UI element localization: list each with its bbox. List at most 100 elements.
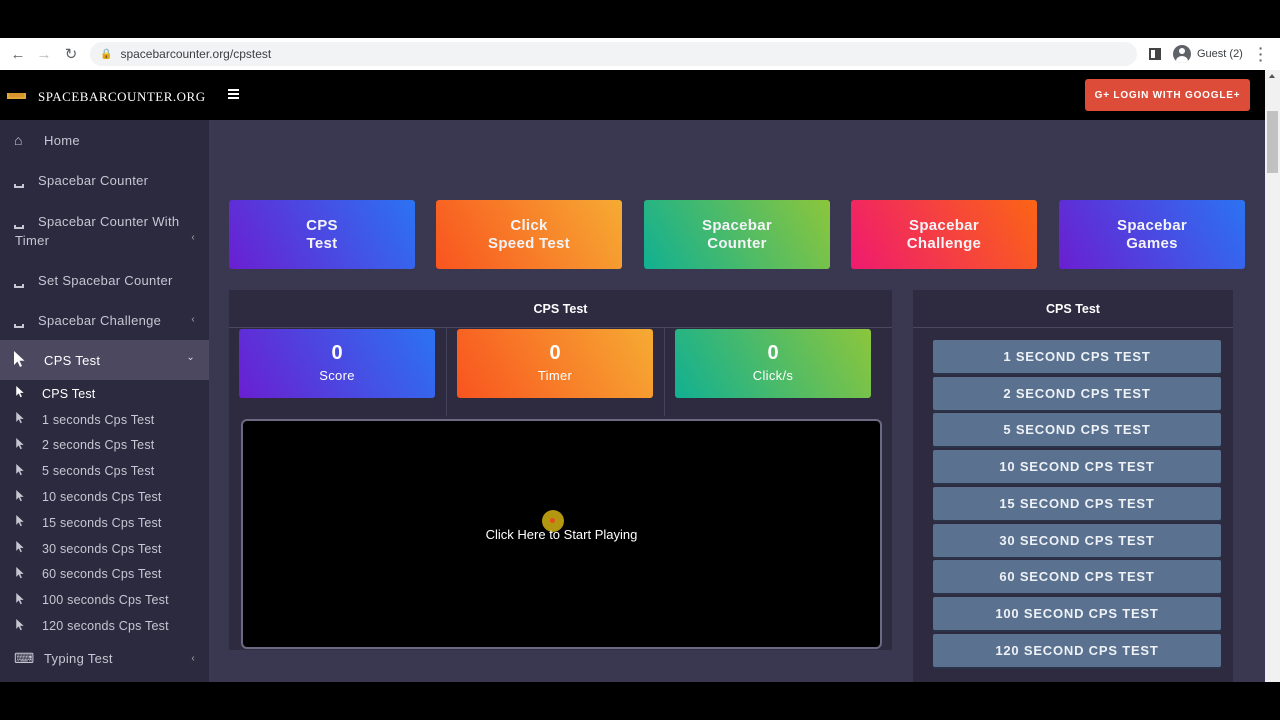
home-icon: ⌂ <box>14 132 23 148</box>
cps-test-button[interactable]: 120 SECOND CPS TEST <box>933 633 1221 667</box>
submenu-item-label: 2 seconds Cps Test <box>42 438 155 453</box>
submenu-item-label: 5 seconds Cps Test <box>42 464 155 479</box>
submenu-item[interactable]: 100 seconds Cps Test <box>0 587 209 613</box>
submenu-item[interactable]: CPS Test <box>0 381 209 407</box>
sidebar-item-spacebar-counter[interactable]: Spacebar Counter <box>0 160 209 200</box>
submenu-item-label: 1 seconds Cps Test <box>42 412 155 427</box>
sidebar-item-label: Set Spacebar Counter <box>38 272 173 288</box>
stat-label: Timer <box>537 368 573 383</box>
stat-box: 0 Click/s <box>675 329 871 398</box>
site-header: SPACEBARCOUNTER.ORG G+ LOGIN WITH GOOGLE… <box>0 70 1265 120</box>
submenu-item[interactable]: 15 seconds Cps Test <box>0 510 209 536</box>
stat-label: Score <box>319 368 355 383</box>
submenu-item[interactable]: 5 seconds Cps Test <box>0 458 209 484</box>
space-icon <box>14 276 24 291</box>
stat-box: 0 Timer <box>457 329 653 398</box>
keyboard-icon: ⌨ <box>14 650 35 667</box>
reload-button[interactable]: ↻ <box>58 41 84 67</box>
stat-divider <box>446 328 447 416</box>
cursor-icon <box>16 463 25 479</box>
chevron-down-icon: ⌄ <box>186 352 195 363</box>
submenu-item[interactable]: 120 seconds Cps Test <box>0 613 209 639</box>
submenu-item-label: 10 seconds Cps Test <box>42 490 162 505</box>
submenu-item[interactable]: 2 seconds Cps Test <box>0 433 209 459</box>
sidebar: ⌂ Home Spacebar Counter Spacebar Counter… <box>0 120 209 682</box>
browser-menu-icon[interactable]: · · · <box>1258 41 1264 67</box>
sidebar-item-label: Typing Test <box>44 651 113 667</box>
screen-bottom-bar <box>0 682 1280 720</box>
cursor-icon <box>16 592 25 608</box>
scroll-up-arrow-icon[interactable] <box>1269 74 1275 78</box>
sidebar-item-label: Spacebar Challenge <box>38 312 162 328</box>
sidebar-item-spacebar-challenge[interactable]: Spacebar Challenge ‹ <box>0 300 209 340</box>
lock-icon: 🔒 <box>100 48 113 60</box>
cursor-icon <box>16 437 25 453</box>
start-prompt: Click Here to Start Playing <box>485 527 638 542</box>
click-game-area[interactable]: Click Here to Start Playing <box>241 419 882 649</box>
cps-test-button[interactable]: 15 SECOND CPS TEST <box>933 486 1221 520</box>
cursor-icon <box>16 618 25 634</box>
cps-test-button[interactable]: 100 SECOND CPS TEST <box>933 596 1221 630</box>
chevron-left-icon: ‹ <box>191 314 195 325</box>
stat-box: 0 Score <box>239 329 435 398</box>
cursor-icon <box>16 566 25 582</box>
main-content: CPS Test Click Speed Test Spacebar Counter… <box>209 120 1265 682</box>
submenu-item[interactable]: 1 seconds Cps Test <box>0 407 209 433</box>
sidebar-item-set-spacebar-counter[interactable]: Set Spacebar Counter <box>0 260 209 300</box>
page-scrollbar[interactable] <box>1265 70 1280 682</box>
submenu-item[interactable]: 60 seconds Cps Test <box>0 562 209 588</box>
site-brand[interactable]: SPACEBARCOUNTER.ORG <box>38 89 206 105</box>
browser-toolbar: ← → ↻ 🔒 spacebarcounter.org/cpstest Gues… <box>0 38 1280 70</box>
profile-button[interactable]: Guest (2) <box>1170 42 1246 66</box>
submenu-item[interactable]: 30 seconds Cps Test <box>0 536 209 562</box>
cursor-icon <box>16 515 25 530</box>
cursor-icon <box>16 386 25 401</box>
chevron-left-icon: ‹ <box>191 232 195 243</box>
submenu-item[interactable]: 10 seconds Cps Test <box>0 484 209 510</box>
profile-label: Guest (2) <box>1197 48 1243 60</box>
spacebar-logo-icon <box>7 93 26 99</box>
sidebar-item-cps-test[interactable]: CPS Test ⌄ <box>0 340 209 380</box>
google-login-button[interactable]: G+ LOGIN WITH GOOGLE+ <box>1085 79 1250 111</box>
stat-value: 0 <box>331 342 343 364</box>
scroll-thumb[interactable] <box>1267 111 1278 173</box>
sidebar-item-label: Spacebar Counter <box>38 172 149 188</box>
submenu-item-label: 15 seconds Cps Test <box>42 515 162 530</box>
forward-button[interactable]: → <box>31 41 57 67</box>
sidebar-item-label: Home <box>44 132 80 148</box>
panel-title: CPS Test <box>913 290 1233 328</box>
nav-card[interactable]: Spacebar Counter <box>644 200 830 269</box>
nav-card[interactable]: Spacebar Games <box>1059 200 1245 269</box>
cps-test-button[interactable]: 2 SECOND CPS TEST <box>933 376 1221 410</box>
sidebar-item-spacebar-counter-timer[interactable]: Spacebar Counter With Timer ‹ <box>0 200 209 260</box>
nav-card[interactable]: Click Speed Test <box>436 200 622 269</box>
stat-value: 0 <box>549 342 561 364</box>
avatar-icon <box>1173 45 1191 63</box>
back-button[interactable]: ← <box>5 41 31 67</box>
address-bar[interactable]: 🔒 spacebarcounter.org/cpstest <box>90 42 1137 66</box>
sidebar-item-typing-test[interactable]: ⌨ Typing Test ‹ <box>0 639 209 679</box>
cps-test-list-panel: CPS Test 1 SECOND CPS TEST 2 SECOND CPS T… <box>913 290 1233 682</box>
nav-card[interactable]: Spacebar Challenge <box>851 200 1037 269</box>
nav-card[interactable]: CPS Test <box>229 200 415 269</box>
hamburger-menu-icon[interactable] <box>228 89 239 99</box>
submenu-item-label: 120 seconds Cps Test <box>42 619 169 634</box>
side-panel-icon[interactable] <box>1149 48 1161 60</box>
cursor-icon <box>16 412 25 427</box>
cps-test-button[interactable]: 60 SECOND CPS TEST <box>933 560 1221 594</box>
sidebar-item-home[interactable]: ⌂ Home <box>0 120 209 160</box>
sidebar-item-label: CPS Test <box>44 352 101 368</box>
submenu-item-label: 60 seconds Cps Test <box>42 567 162 582</box>
cps-test-button[interactable]: 5 SECOND CPS TEST <box>933 413 1221 447</box>
cps-test-button[interactable]: 30 SECOND CPS TEST <box>933 523 1221 557</box>
submenu-item-label: 100 seconds Cps Test <box>42 593 169 608</box>
cps-test-button[interactable]: 1 SECOND CPS TEST <box>933 340 1221 373</box>
sidebar-item-label: Spacebar Counter With Timer <box>15 214 180 248</box>
cps-test-button[interactable]: 10 SECOND CPS TEST <box>933 450 1221 484</box>
cursor-icon <box>14 351 26 371</box>
space-icon <box>14 176 24 191</box>
chevron-left-icon: ‹ <box>191 652 195 664</box>
screen-top-bar <box>0 0 1280 38</box>
url-text: spacebarcounter.org/cpstest <box>120 47 272 61</box>
cursor-icon <box>16 489 25 505</box>
